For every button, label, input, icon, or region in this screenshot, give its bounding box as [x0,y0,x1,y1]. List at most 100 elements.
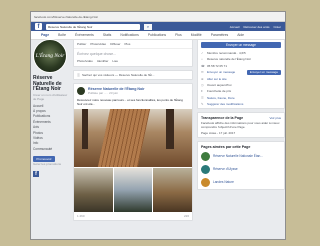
insight-row[interactable]: ⓘ Sachez qui vos visiteurs — Réserve Nat… [74,71,192,79]
center-column: Publier Photo/vidéo Diffuser Plus Écrive… [73,39,193,239]
composer-input[interactable]: Écrivez quelque chose... [74,49,192,59]
top-links: Accueil Retrouver des amis Créer [230,25,281,29]
info-icon: ⓘ [77,73,81,77]
info-text: Nature, Faune, Flore [207,95,235,100]
post-photo-main[interactable] [74,109,192,167]
phone-icon: ☎ [201,63,205,68]
photo-tree-shape [82,109,88,149]
page-username-link[interactable]: Créer un nom d'utilisateur de Page [33,93,69,101]
post-photo[interactable] [74,168,113,212]
liked-page-name: Landes Nature [213,180,234,185]
composer-action-photo[interactable]: Photo/vidéo [77,59,93,63]
about-card: Envoyer un message ✓ Membre recommandé · … [197,39,285,109]
transparency-header: Transparence de la Page Voir plus [198,113,284,121]
liked-page-name: Réserve d'Ulysse [213,167,238,172]
page-avatar[interactable]: L'Étang Noir [33,39,67,73]
liked-page-name: Réserve Naturelle Nationale Étan... [213,154,263,159]
transparency-see-more[interactable]: Voir plus [269,116,281,120]
liked-page-item[interactable]: Landes Nature [198,176,284,189]
send-message-button[interactable]: Envoyer un message [201,42,281,48]
liked-page-avatar [201,164,210,174]
globe-icon: ⊕ [201,76,204,81]
tab-events[interactable]: Événements [75,33,94,37]
tab-settings[interactable]: Paramètres [211,33,229,37]
liked-page-item[interactable]: Réserve Naturelle Nationale Étan... [198,150,284,163]
info-text: Envoyer un message [207,70,236,75]
post-photo[interactable] [113,168,153,212]
liked-pages-card: Pages aimées par cette Page Réserve Natu… [197,140,285,190]
search-input[interactable]: Réserve Naturelle de l'Étang Noir [46,23,140,30]
post-text: Découvrez notre nouveau parcours... et s… [77,98,183,106]
info-text: Aller sur le site [207,76,227,81]
edit-icon: ✎ [201,102,204,107]
search-icon[interactable]: ⌕ [144,23,152,30]
address-bar[interactable]: facebook.com/Réserve-Naturelle-de-lEtang… [31,12,285,22]
tab-inbox[interactable]: Boîte [58,33,66,37]
reactions-count[interactable]: 1 260 [77,214,85,218]
info-text: Membre recommandé · 4,6/5 [207,51,246,55]
transparency-card: Transparence de la Page Voir plus Facebo… [197,111,285,138]
url-text: facebook.com/Réserve-Naturelle-de-lEtang… [34,14,99,19]
transparency-text: Facebook affiche des informations pour v… [201,120,280,129]
insight-row-card: ⓘ Sachez qui vos visiteurs — Réserve Nat… [73,70,193,80]
check-icon: ✓ [201,51,204,55]
clock-icon: ◷ [201,83,204,88]
composer-card: Publier Photo/vidéo Diffuser Plus Écrive… [73,39,193,67]
insight-text: Sachez qui vos visiteurs — Réserve Natur… [82,73,155,77]
category-icon: ☰ [201,95,204,100]
info-text: Fourchette de prix [207,89,232,94]
page-created-date: Page créée - 17 juil. 2017 [201,130,236,135]
liked-page-item[interactable]: Réserve d'Ulysse [198,163,284,176]
info-text: 05 58 72 05 71 [207,63,228,68]
info-text: Suggérer des modifications [207,102,244,107]
info-text: Réserve naturelle de l'Étang Noir [207,57,251,62]
browser-screenshot: facebook.com/Réserve-Naturelle-de-lEtang… [30,11,286,240]
post-reactions: 1 260 226 [74,212,192,220]
liked-page-avatar [201,177,210,187]
price-icon: € [201,89,203,94]
post-author-avatar[interactable] [77,87,85,95]
left-nav: Accueil À propos Publications Événements… [33,104,69,153]
facebook-logo-icon[interactable]: f [35,23,42,30]
tab-help[interactable]: Aide [237,33,244,37]
composer-tab-photo[interactable]: Photo/vidéo [90,42,106,46]
tab-more[interactable]: Plus [175,33,182,37]
home-icon: ⌂ [201,57,203,62]
photo-boardwalk-shape [97,109,151,167]
liked-pages-title: Pages aimées par cette Page [198,142,284,150]
mail-icon: ✉ [201,70,204,75]
top-link-create[interactable]: Créer [273,25,281,29]
composer-tab-publish[interactable]: Publier [77,42,86,46]
left-column: L'Étang Noir Réserve Naturelle de l'Étan… [33,39,69,239]
composer-tabs: Publier Photo/vidéo Diffuser Plus [74,40,192,49]
right-column: Envoyer un message ✓ Membre recommandé · … [197,39,285,239]
photo-tree-shape [166,109,174,149]
facebook-top-bar: f Réserve Naturelle de l'Étang Noir ⌕ Ac… [31,22,285,31]
post-header: Réserve Naturelle de l'Étang Noir Publié… [74,84,192,98]
post-meta: Publiée par ... · 23 juin [88,91,119,95]
info-row[interactable]: ✎ Suggérer des modifications [198,101,284,107]
post-photo-grid [74,168,193,212]
post-photo[interactable] [153,168,193,212]
contact-button[interactable]: Envoyer un message [246,70,281,75]
post-card: Réserve Naturelle de l'Étang Noir Publié… [73,83,193,221]
top-link-home[interactable]: Accueil [230,25,240,29]
page-title: Réserve Naturelle de l'Étang Noir [33,75,62,92]
avatar-logo-text: L'Étang Noir [35,52,65,59]
tab-publications[interactable]: Publications [148,33,166,37]
facebook-f-icon: f [33,171,39,178]
info-text: Ouvert aujourd'hui [207,83,232,88]
composer-action-location[interactable]: Lieu [112,59,118,63]
tab-edited[interactable]: Modifié [191,33,202,37]
top-link-find-friends[interactable]: Retrouver des amis [243,25,269,29]
left-nav-item[interactable]: Communauté [33,147,69,152]
comments-count[interactable]: 226 [184,214,189,218]
manage-promotions-link[interactable]: Gérer les promotions [33,162,69,166]
composer-actions: Photo/vidéo Identifier Lieu [74,59,192,66]
tab-page[interactable]: Page [41,33,49,37]
tab-stats[interactable]: Statis [103,33,111,37]
composer-tab-live[interactable]: Diffuser [110,42,120,46]
composer-action-tag[interactable]: Identifier [97,59,109,63]
tab-notifications[interactable]: Notifications [120,33,138,37]
composer-tab-more[interactable]: Plus [125,42,131,46]
